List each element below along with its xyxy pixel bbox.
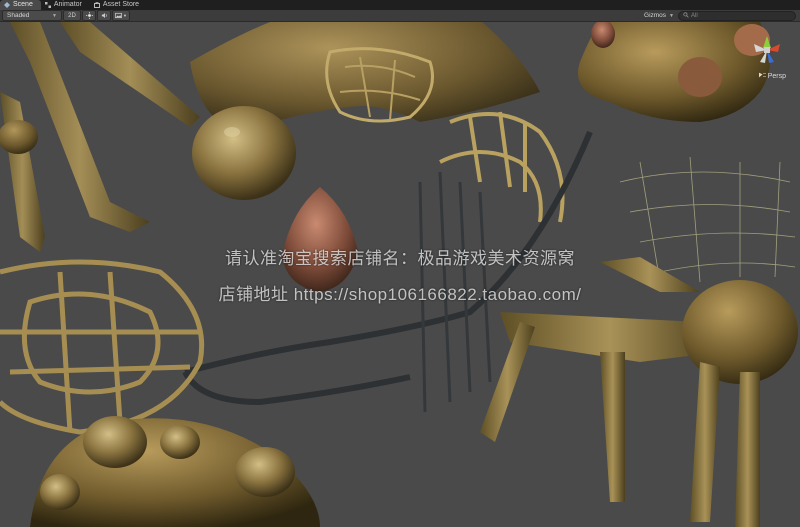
tab-animator[interactable]: Animator: [41, 0, 90, 10]
sun-icon: [85, 12, 93, 19]
asset-store-icon: [93, 2, 100, 8]
red-bulb: [282, 187, 358, 292]
effects-dropdown[interactable]: ▼: [112, 10, 130, 21]
gizmos-label: Gizmos: [644, 12, 667, 19]
chevron-down-icon: ▼: [123, 13, 127, 18]
chevron-down-icon: ▼: [669, 12, 674, 19]
orientation-gizmo[interactable]: [742, 26, 792, 74]
scene-toolbar: Shaded ▼ 2D ▼ Gizmos ▼ All: [0, 10, 800, 22]
chevron-down-icon: ▼: [52, 12, 57, 19]
animator-icon: [44, 2, 51, 8]
gizmos-dropdown[interactable]: Gizmos ▼: [640, 11, 678, 20]
lattice-web: [439, 111, 565, 223]
watermark-line-2: 店铺地址 https://shop106166822.taobao.com/: [218, 285, 582, 304]
perspective-icon: [758, 72, 766, 80]
shading-mode-dropdown[interactable]: Shaded ▼: [2, 10, 62, 21]
seed-pod: [192, 106, 296, 200]
axis-gizmo-icon: [754, 36, 780, 63]
tab-label: Scene: [13, 1, 33, 8]
left-stalks: [0, 22, 200, 252]
shading-mode-label: Shaded: [7, 12, 30, 19]
projection-label: Persp: [767, 72, 786, 80]
tab-scene[interactable]: Scene: [0, 0, 41, 10]
mode-2d-toggle[interactable]: 2D: [63, 10, 81, 21]
scene-icon: [4, 2, 10, 8]
tab-label: Animator: [53, 1, 82, 8]
tab-asset-store[interactable]: Asset Store: [90, 0, 147, 10]
search-placeholder: All: [691, 12, 698, 19]
image-icon: [115, 12, 122, 19]
scene-search-field[interactable]: All: [678, 10, 796, 21]
speaker-icon: [101, 12, 108, 19]
projection-toggle[interactable]: Persp: [758, 72, 786, 80]
lighting-toggle[interactable]: [82, 10, 96, 21]
tab-label: Asset Store: [102, 1, 140, 8]
scene-render: [0, 22, 798, 527]
editor-tab-bar: Scene Animator Asset Store: [0, 0, 800, 10]
search-icon: [683, 11, 689, 20]
mode-2d-label: 2D: [68, 12, 76, 19]
watermark-line-1: 请认准淘宝搜索店铺名：极品游戏美术资源窝: [225, 249, 575, 268]
audio-toggle[interactable]: [97, 10, 111, 21]
scene-viewport[interactable]: Persp 请认准淘宝搜索店铺名：极品游戏美术资源窝 店铺地址 https://…: [0, 22, 800, 527]
